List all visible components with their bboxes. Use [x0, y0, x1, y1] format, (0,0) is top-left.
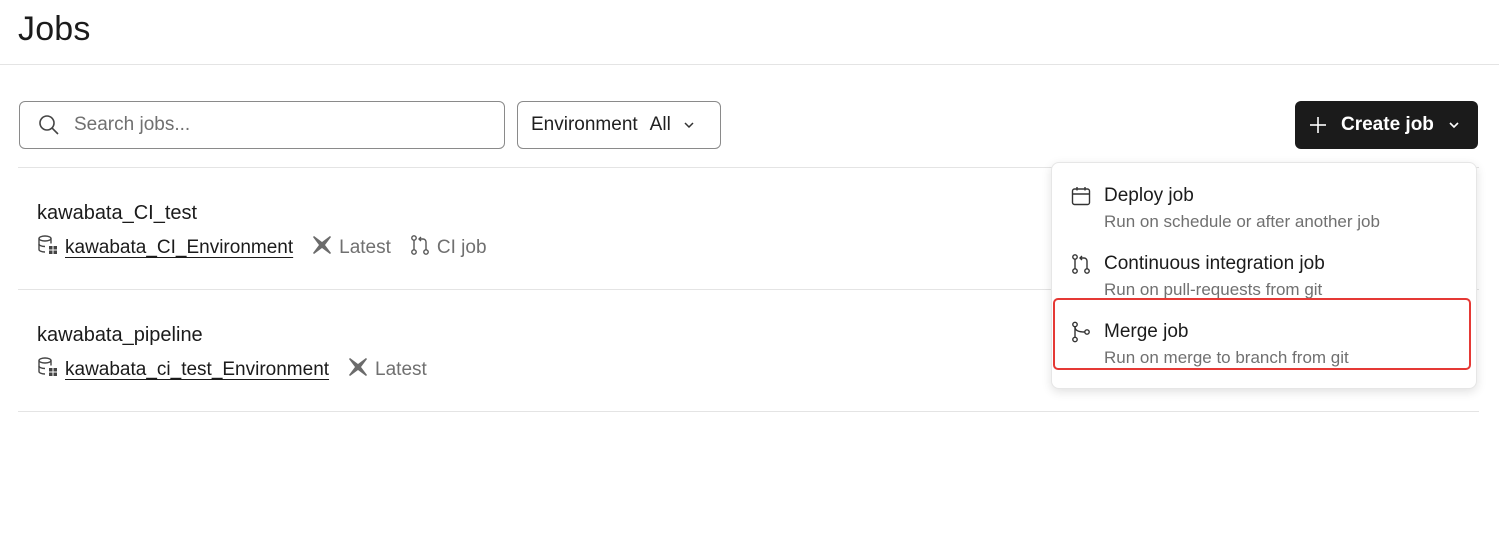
menu-item-ci-job[interactable]: Continuous integration job Run on pull-r…	[1052, 231, 1476, 299]
environment-filter-value: All	[649, 114, 671, 135]
version-label: Latest	[375, 359, 427, 380]
chevron-down-icon	[1448, 119, 1460, 131]
environment-filter-label: Environment	[531, 114, 638, 135]
page-title: Jobs	[18, 10, 91, 48]
plus-icon	[1309, 116, 1327, 134]
pull-request-icon	[1070, 253, 1092, 275]
version-label: Latest	[339, 237, 391, 258]
search-box[interactable]	[19, 101, 505, 149]
menu-item-title: Merge job	[1104, 321, 1189, 342]
job-name[interactable]: kawabata_pipeline	[37, 324, 203, 347]
environment-link[interactable]: kawabata_ci_test_Environment	[65, 359, 329, 381]
menu-item-description: Run on schedule or after another job	[1104, 212, 1380, 231]
chevron-down-icon	[683, 119, 695, 131]
calendar-icon	[1070, 185, 1092, 207]
create-job-menu: Deploy job Run on schedule or after anot…	[1051, 162, 1477, 389]
menu-item-merge-job[interactable]: Merge job Run on merge to branch from gi…	[1052, 298, 1476, 370]
search-icon	[36, 112, 62, 138]
search-input[interactable]	[74, 114, 454, 136]
create-job-label: Create job	[1341, 114, 1434, 135]
version-tag: Latest	[311, 234, 391, 262]
version-tag: Latest	[347, 356, 427, 384]
dbt-logo-icon	[347, 356, 369, 384]
menu-item-description: Run on merge to branch from git	[1104, 348, 1349, 367]
pull-request-icon	[409, 234, 431, 262]
menu-item-title: Continuous integration job	[1104, 253, 1325, 274]
job-name[interactable]: kawabata_CI_test	[37, 202, 197, 225]
menu-item-deploy-job[interactable]: Deploy job Run on schedule or after anot…	[1052, 163, 1476, 231]
job-meta: kawabata_ci_test_Environment Latest	[37, 357, 427, 383]
toolbar: Environment All Create job	[19, 101, 1478, 149]
create-job-button[interactable]: Create job	[1295, 101, 1478, 149]
environment-link[interactable]: kawabata_CI_Environment	[65, 237, 293, 259]
environment-icon	[37, 234, 59, 262]
page-header: Jobs	[0, 0, 1499, 65]
job-meta: kawabata_CI_Environment Latest CI job	[37, 235, 487, 261]
job-type-tag: CI job	[409, 234, 487, 262]
environment-filter-dropdown[interactable]: Environment All	[517, 101, 721, 149]
menu-item-description: Run on pull-requests from git	[1104, 280, 1323, 299]
git-merge-icon	[1070, 321, 1092, 343]
job-type-label: CI job	[436, 237, 487, 258]
dbt-logo-icon	[311, 234, 333, 262]
environment-icon	[37, 356, 59, 384]
menu-item-title: Deploy job	[1104, 185, 1194, 206]
